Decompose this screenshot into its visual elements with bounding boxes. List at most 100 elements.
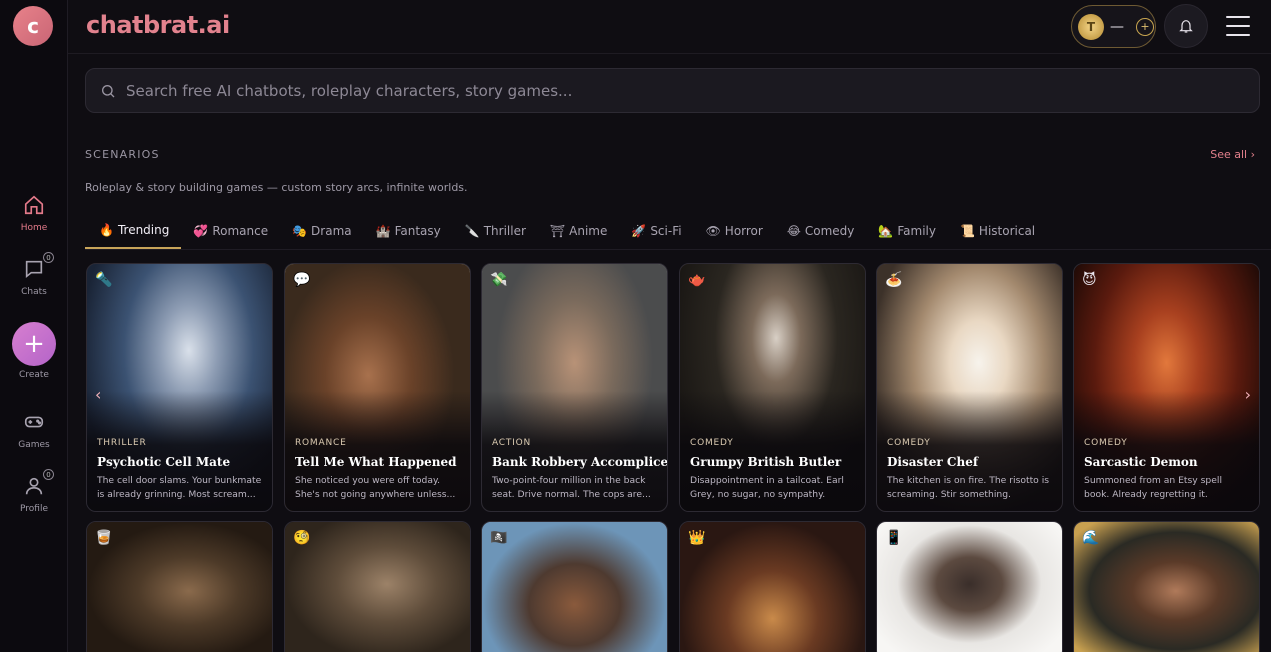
- sidebar: c Home 0 Chats + Create Games 0 Profile: [0, 0, 68, 652]
- carousel-prev-icon[interactable]: ‹: [95, 385, 101, 404]
- tab-drama[interactable]: 🎭 Drama: [280, 212, 364, 249]
- tab-label: Comedy: [804, 223, 855, 238]
- speech-bubble-icon: 💬: [293, 272, 311, 288]
- scenario-card[interactable]: 😈 › COMEDY Sarcastic Demon Summoned from…: [1073, 263, 1260, 512]
- search-bar[interactable]: [85, 68, 1260, 113]
- tab-label: Anime: [569, 223, 608, 238]
- add-coins-button[interactable]: +: [1136, 17, 1154, 36]
- card-title: Tell Me What Happened: [295, 455, 457, 469]
- laughing-icon: 😂: [786, 223, 801, 238]
- hamburger-menu-icon[interactable]: [1226, 16, 1250, 36]
- card-image: [1074, 522, 1259, 652]
- card-title: Grumpy British Butler: [690, 455, 842, 469]
- tab-sci-fi[interactable]: 🚀 Sci-Fi: [619, 212, 693, 249]
- torii-icon: ⛩: [549, 223, 566, 238]
- chats-badge: 0: [43, 252, 54, 263]
- scenario-card[interactable]: 📱: [876, 521, 1063, 652]
- castle-icon: 🏰: [375, 223, 391, 238]
- tab-label: Drama: [311, 223, 352, 238]
- gamepad-icon: [22, 410, 46, 434]
- tab-fantasy[interactable]: 🏰 Fantasy: [364, 212, 453, 249]
- scenario-card[interactable]: 🥃: [86, 521, 273, 652]
- scenario-card[interactable]: 🏴‍☠️: [481, 521, 668, 652]
- scenario-card[interactable]: 👑: [679, 521, 866, 652]
- card-genre: COMEDY: [690, 438, 734, 448]
- scenario-card[interactable]: 💸 ACTION Bank Robbery Accomplice Two-poi…: [481, 263, 668, 512]
- flashlight-icon: 🔦: [95, 272, 113, 288]
- tab-trending[interactable]: 🔥 Trending: [85, 212, 182, 249]
- tab-horror[interactable]: 👁 Horror: [694, 212, 775, 249]
- card-genre: ACTION: [492, 438, 532, 448]
- card-description: She noticed you were off today. She's no…: [295, 475, 456, 500]
- tab-label: Family: [897, 223, 936, 238]
- scenario-card[interactable]: 🍝 COMEDY Disaster Chef The kitchen is on…: [876, 263, 1063, 512]
- tab-comedy[interactable]: 😂 Comedy: [775, 212, 867, 249]
- crown-icon: 👑: [688, 530, 706, 546]
- tab-family[interactable]: 🏡 Family: [866, 212, 948, 249]
- tab-label: Sci-Fi: [650, 223, 682, 238]
- sidebar-item-label: Games: [18, 440, 50, 450]
- sidebar-item-label: Create: [19, 370, 49, 380]
- sidebar-item-label: Chats: [21, 287, 47, 297]
- logo-letter: c: [27, 14, 39, 38]
- phone-icon: 📱: [885, 530, 903, 546]
- home-icon: [22, 193, 46, 217]
- section-title: SCENARIOS: [85, 148, 160, 161]
- sidebar-item-label: Profile: [20, 504, 48, 514]
- create-plus-icon[interactable]: +: [12, 322, 56, 366]
- scenario-card[interactable]: 💬 ROMANCE Tell Me What Happened She noti…: [284, 263, 471, 512]
- category-tabs: 🔥 Trending 💞 Romance 🎭 Drama 🏰 Fantasy 🔪 Thri…: [85, 212, 1047, 249]
- sidebar-item-create[interactable]: + Create: [0, 322, 68, 380]
- card-genre: THRILLER: [97, 438, 147, 448]
- scenario-card[interactable]: 🔦 ‹ THRILLER Psychotic Cell Mate The cel…: [86, 263, 273, 512]
- sidebar-item-home[interactable]: Home: [0, 193, 68, 233]
- tab-historical[interactable]: 📜 Historical: [948, 212, 1047, 249]
- card-title: Sarcastic Demon: [1084, 455, 1198, 469]
- bell-icon: [1179, 20, 1193, 33]
- card-genre: COMEDY: [887, 438, 931, 448]
- card-description: The kitchen is on fire. The risotto is s…: [887, 475, 1050, 500]
- scenario-card[interactable]: 🫖 COMEDY Grumpy British Butler Disappoin…: [679, 263, 866, 512]
- card-image: [482, 522, 667, 652]
- tab-romance[interactable]: 💞 Romance: [181, 212, 280, 249]
- sidebar-item-label: Home: [20, 223, 48, 233]
- teapot-icon: 🫖: [688, 272, 706, 288]
- notifications-button[interactable]: [1164, 4, 1208, 48]
- card-description: Two-point-four million in the back seat.…: [492, 475, 651, 500]
- tab-thriller[interactable]: 🔪 Thriller: [453, 212, 538, 249]
- search-icon: [102, 84, 115, 97]
- profile-badge: 0: [43, 469, 54, 480]
- tab-anime[interactable]: ⛩ Anime: [538, 212, 619, 249]
- brand-logo[interactable]: chatbrat.ai: [86, 11, 230, 39]
- tab-label: Historical: [978, 223, 1036, 238]
- spaghetti-icon: 🍝: [885, 272, 903, 288]
- app-logo[interactable]: c: [13, 6, 53, 46]
- tab-label: Fantasy: [394, 223, 441, 238]
- masks-icon: 🎭: [292, 223, 308, 238]
- tab-label: Trending: [117, 222, 170, 237]
- see-all-link[interactable]: See all ›: [1210, 148, 1255, 161]
- rocket-icon: 🚀: [631, 223, 647, 238]
- coin-balance[interactable]: T — +: [1071, 5, 1156, 48]
- header-divider: [68, 53, 1271, 54]
- tab-label: Thriller: [483, 223, 526, 238]
- sidebar-item-chats[interactable]: 0 Chats: [0, 252, 68, 297]
- chat-icon: 0: [22, 252, 54, 281]
- devil-icon: 😈: [1082, 272, 1097, 288]
- scenario-card[interactable]: 🧐: [284, 521, 471, 652]
- tabs-divider: [85, 249, 1271, 250]
- money-icon: 💸: [490, 272, 508, 288]
- scenario-card[interactable]: 🌊: [1073, 521, 1260, 652]
- sidebar-item-profile[interactable]: 0 Profile: [0, 469, 68, 514]
- card-genre: COMEDY: [1084, 438, 1128, 448]
- coin-icon: T: [1078, 13, 1104, 40]
- section-subtitle: Roleplay & story building games — custom…: [85, 181, 468, 194]
- sidebar-item-games[interactable]: Games: [0, 410, 68, 450]
- tab-label: Horror: [724, 223, 763, 238]
- search-input[interactable]: [126, 81, 1226, 100]
- tab-label: Romance: [212, 223, 269, 238]
- fire-icon: 🔥: [99, 222, 114, 237]
- wave-icon: 🌊: [1082, 530, 1100, 546]
- carousel-next-icon[interactable]: ›: [1245, 385, 1251, 404]
- card-description: The cell door slams. Your bunkmate is al…: [97, 475, 262, 500]
